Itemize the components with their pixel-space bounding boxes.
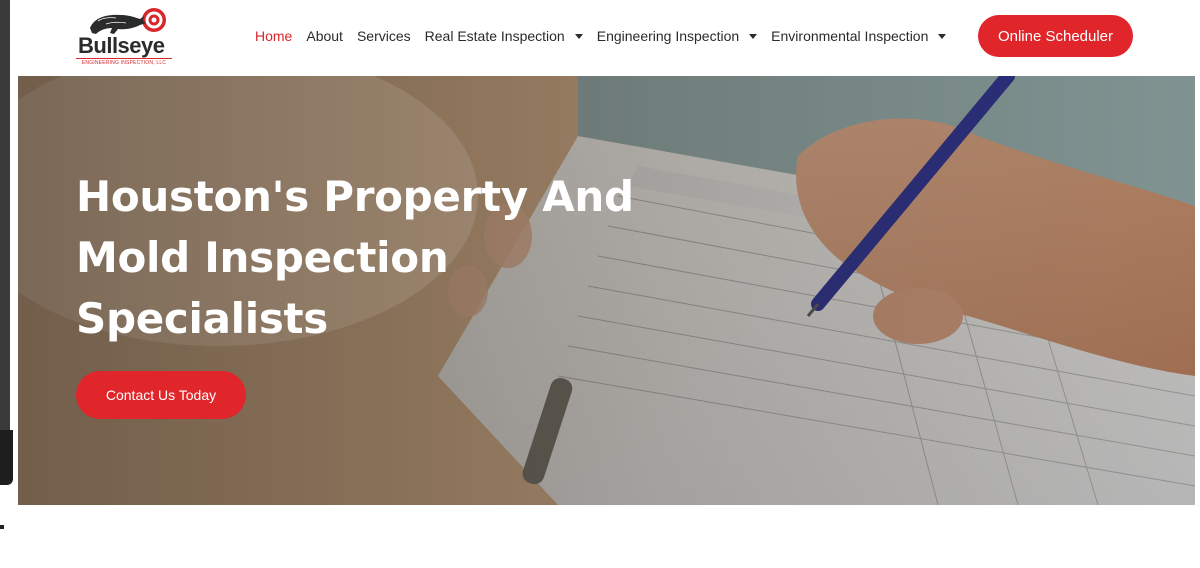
hero-title-line: Houston's Property And — [76, 172, 634, 221]
browser-left-edge — [0, 0, 18, 568]
nav-item-services[interactable]: Services — [357, 28, 411, 44]
edge-marker — [0, 525, 4, 529]
nav-item-about[interactable]: About — [306, 28, 343, 44]
main-nav: Home About Services Real Estate Inspecti… — [255, 0, 960, 72]
hero-banner: Houston's Property And Mold Inspection S… — [18, 76, 1195, 505]
nav-item-engineering-inspection[interactable]: Engineering Inspection — [596, 28, 758, 44]
contact-us-button[interactable]: Contact Us Today — [76, 371, 246, 419]
browser-right-edge — [1195, 0, 1200, 568]
nav-item-real-estate-inspection[interactable]: Real Estate Inspection — [425, 28, 583, 44]
nav-item-label: Environmental Inspection — [771, 28, 929, 44]
hero-title: Houston's Property And Mold Inspection S… — [76, 166, 636, 349]
nav-item-label: Services — [356, 28, 411, 44]
nav-item-label: Home — [255, 28, 293, 44]
chevron-down-icon — [574, 34, 583, 39]
content-section — [18, 505, 1195, 568]
logo-wordmark: Bullseye — [78, 33, 165, 58]
online-scheduler-button[interactable]: Online Scheduler — [978, 15, 1133, 57]
hero-title-line: Specialists — [76, 294, 329, 343]
nav-item-label: About — [306, 28, 343, 44]
edge-panel — [0, 0, 10, 430]
nav-item-label: Real Estate Inspection — [424, 28, 565, 44]
site-header: Bullseye ENGINEERING INSPECTION, LLC Hom… — [18, 0, 1195, 76]
chevron-down-icon — [938, 34, 947, 39]
nav-item-environmental-inspection[interactable]: Environmental Inspection — [771, 28, 947, 44]
site-logo[interactable]: Bullseye ENGINEERING INSPECTION, LLC — [76, 6, 172, 68]
logo-tagline: ENGINEERING INSPECTION, LLC — [76, 58, 172, 66]
nav-item-home[interactable]: Home — [255, 28, 292, 44]
nav-item-label: Engineering Inspection — [596, 28, 740, 44]
edge-panel-lower — [0, 430, 13, 485]
chevron-down-icon — [749, 34, 758, 39]
hero-title-line: Mold Inspection — [76, 233, 449, 282]
